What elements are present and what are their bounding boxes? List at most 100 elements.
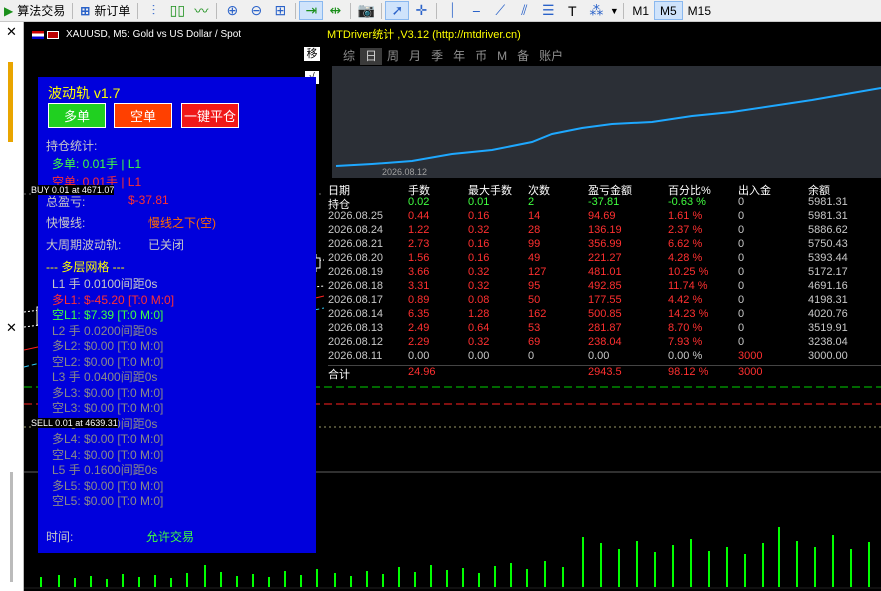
cell: 3000: [738, 350, 763, 362]
play-icon: ▶: [4, 3, 14, 18]
volume-bar: [562, 567, 564, 587]
mtd-tab[interactable]: 账户: [534, 48, 568, 65]
cell: 0.32: [468, 224, 490, 236]
volume-bar: [350, 576, 352, 587]
cell: 8.70 %: [668, 322, 703, 334]
tile-windows-icon[interactable]: ⊞: [268, 1, 292, 20]
cell: 356.99: [588, 238, 622, 250]
mtd-tab[interactable]: 年: [448, 48, 470, 65]
bar-chart-icon[interactable]: ⫶: [141, 1, 165, 20]
scrollbar[interactable]: [10, 472, 13, 582]
timeframe-m5[interactable]: M5: [654, 1, 683, 20]
crosshair-icon[interactable]: ✛: [409, 1, 433, 20]
table-row: 2026.08.18 3.31 0.32 95 492.85 11.74 % 0 4691.1…: [328, 280, 881, 294]
cell: 98.12 %: [668, 366, 709, 378]
mtd-tab[interactable]: 月: [404, 48, 426, 65]
chart-shift-icon[interactable]: ⇹: [323, 1, 347, 20]
toolbar-separator: [350, 2, 352, 19]
table-row: 2026.08.13 2.49 0.64 53 281.87 8.70 % 0 3519.91: [328, 322, 881, 336]
volume-histogram: [24, 522, 881, 591]
main-toolbar: ▶ 算法交易 ⊞ 新订单 ⫶ ▯▯ 〰 ⊕ ⊖ ⊞ ⇥ ⇹ 📷 ➚ ✛ ⏐ ⎯ …: [0, 0, 881, 22]
short-button[interactable]: 空单: [114, 103, 172, 128]
volume-bar: [204, 565, 206, 587]
flag-icon: [47, 30, 59, 39]
balance-curve: 2026.08.12: [332, 66, 881, 178]
mtd-tab[interactable]: 日: [360, 48, 383, 65]
volume-bar: [252, 574, 254, 587]
table-header: 日期 手数 最大手数 次数 盈亏金额 百分比% 出入金 余额: [328, 182, 881, 197]
volume-bar: [672, 545, 674, 587]
auto-scroll-icon[interactable]: ⇥: [299, 1, 324, 20]
volume-bar: [582, 537, 584, 587]
timeframe-m1[interactable]: M1: [627, 1, 654, 20]
cell: 0.16: [468, 238, 490, 250]
cell: 2026.08.17: [328, 294, 384, 306]
volume-bar: [814, 547, 816, 587]
cell: 0.32: [468, 280, 490, 292]
volume-bar: [726, 547, 728, 587]
grid-line: 多L2: $0.00 [T:0 M:0]: [52, 339, 164, 353]
toolbar-separator: [72, 2, 74, 19]
close-icon[interactable]: ✕: [6, 24, 17, 40]
volume-bar: [316, 569, 318, 587]
cursor-icon[interactable]: ➚: [385, 1, 410, 20]
table-row: 2026.08.20 1.56 0.16 49 221.27 4.28 % 0 5393.44: [328, 252, 881, 266]
volume-bar: [90, 576, 92, 587]
volume-bar: [744, 554, 746, 587]
mtd-tab[interactable]: 币: [470, 48, 492, 65]
algo-trading-button[interactable]: ▶ 算法交易: [0, 1, 69, 20]
plus-icon: ⊞: [80, 3, 91, 18]
fibonacci-icon[interactable]: ☰: [536, 1, 560, 20]
volume-bar: [510, 563, 512, 587]
grid-header: --- 多层网格 ---: [46, 260, 125, 274]
mtd-tab[interactable]: 季: [426, 48, 448, 65]
new-order-button[interactable]: ⊞ 新订单: [76, 1, 134, 20]
cell: 4020.76: [808, 308, 848, 320]
mtd-tab[interactable]: 周: [382, 48, 404, 65]
cell: 24.96: [408, 366, 436, 378]
channel-icon[interactable]: ⫽: [512, 1, 536, 20]
timeframe-m15[interactable]: M15: [683, 1, 716, 20]
close-all-button[interactable]: 一键平仓: [181, 103, 239, 128]
cell: 2026.08.13: [328, 322, 384, 334]
volume-bar: [334, 573, 336, 587]
cell: 3000: [738, 366, 763, 378]
mtdriver-stats-panel: MTDriver统计 ,V3.12 (http://mtdriver.cn) 综…: [324, 22, 881, 381]
cell: 2: [528, 196, 535, 208]
price-chart[interactable]: XAUUSD, M5: Gold vs US Dollar / Spot 移 √…: [24, 22, 881, 591]
candlestick-icon[interactable]: ▯▯: [165, 1, 189, 20]
line-chart-icon[interactable]: 〰: [189, 1, 213, 20]
cell: 2026.08.20: [328, 252, 384, 264]
cell: 0.00 %: [668, 350, 703, 362]
long-button[interactable]: 多单: [48, 103, 106, 128]
scrollbar[interactable]: [8, 62, 13, 142]
vertical-line-icon[interactable]: ⏐: [440, 1, 464, 20]
trendline-icon[interactable]: ⟋: [488, 1, 512, 20]
ea-panel: 波动轨 v1.7 多单 空单 一键平仓 持仓统计: 多单: 0.01手 | L1…: [38, 77, 316, 553]
fast-slow-value: 慢线之下(空): [148, 216, 216, 230]
toolbar-separator: [137, 2, 139, 19]
grid-line: L3 手 0.0400间距0s: [52, 370, 158, 384]
close-icon[interactable]: ✕: [6, 320, 17, 336]
text-tool-icon[interactable]: T: [560, 1, 584, 20]
shapes-icon[interactable]: ⁂: [584, 1, 608, 20]
mtd-tab[interactable]: M: [492, 48, 512, 65]
mtd-tab[interactable]: 备: [512, 48, 534, 65]
volume-bar: [284, 571, 286, 587]
volume-bar: [414, 572, 416, 587]
zoom-in-icon[interactable]: ⊕: [220, 1, 244, 20]
grid-line: 空L1: $7.39 [T:0 M:0]: [52, 308, 164, 322]
screenshot-icon[interactable]: 📷: [354, 1, 378, 20]
chevron-down-icon[interactable]: ▼: [608, 1, 620, 20]
cell: 0.44: [408, 210, 430, 222]
cell: 5981.31: [808, 196, 848, 208]
cell: 28: [528, 224, 541, 236]
horizontal-line-icon[interactable]: ⎯: [464, 1, 488, 20]
cell: 0.01: [468, 196, 490, 208]
cell: 95: [528, 280, 541, 292]
cell: 1.22: [408, 224, 430, 236]
zoom-out-icon[interactable]: ⊖: [244, 1, 268, 20]
drag-button[interactable]: 移: [304, 47, 320, 61]
mtd-tab[interactable]: 综: [338, 48, 360, 65]
cell: 0.00: [468, 350, 490, 362]
